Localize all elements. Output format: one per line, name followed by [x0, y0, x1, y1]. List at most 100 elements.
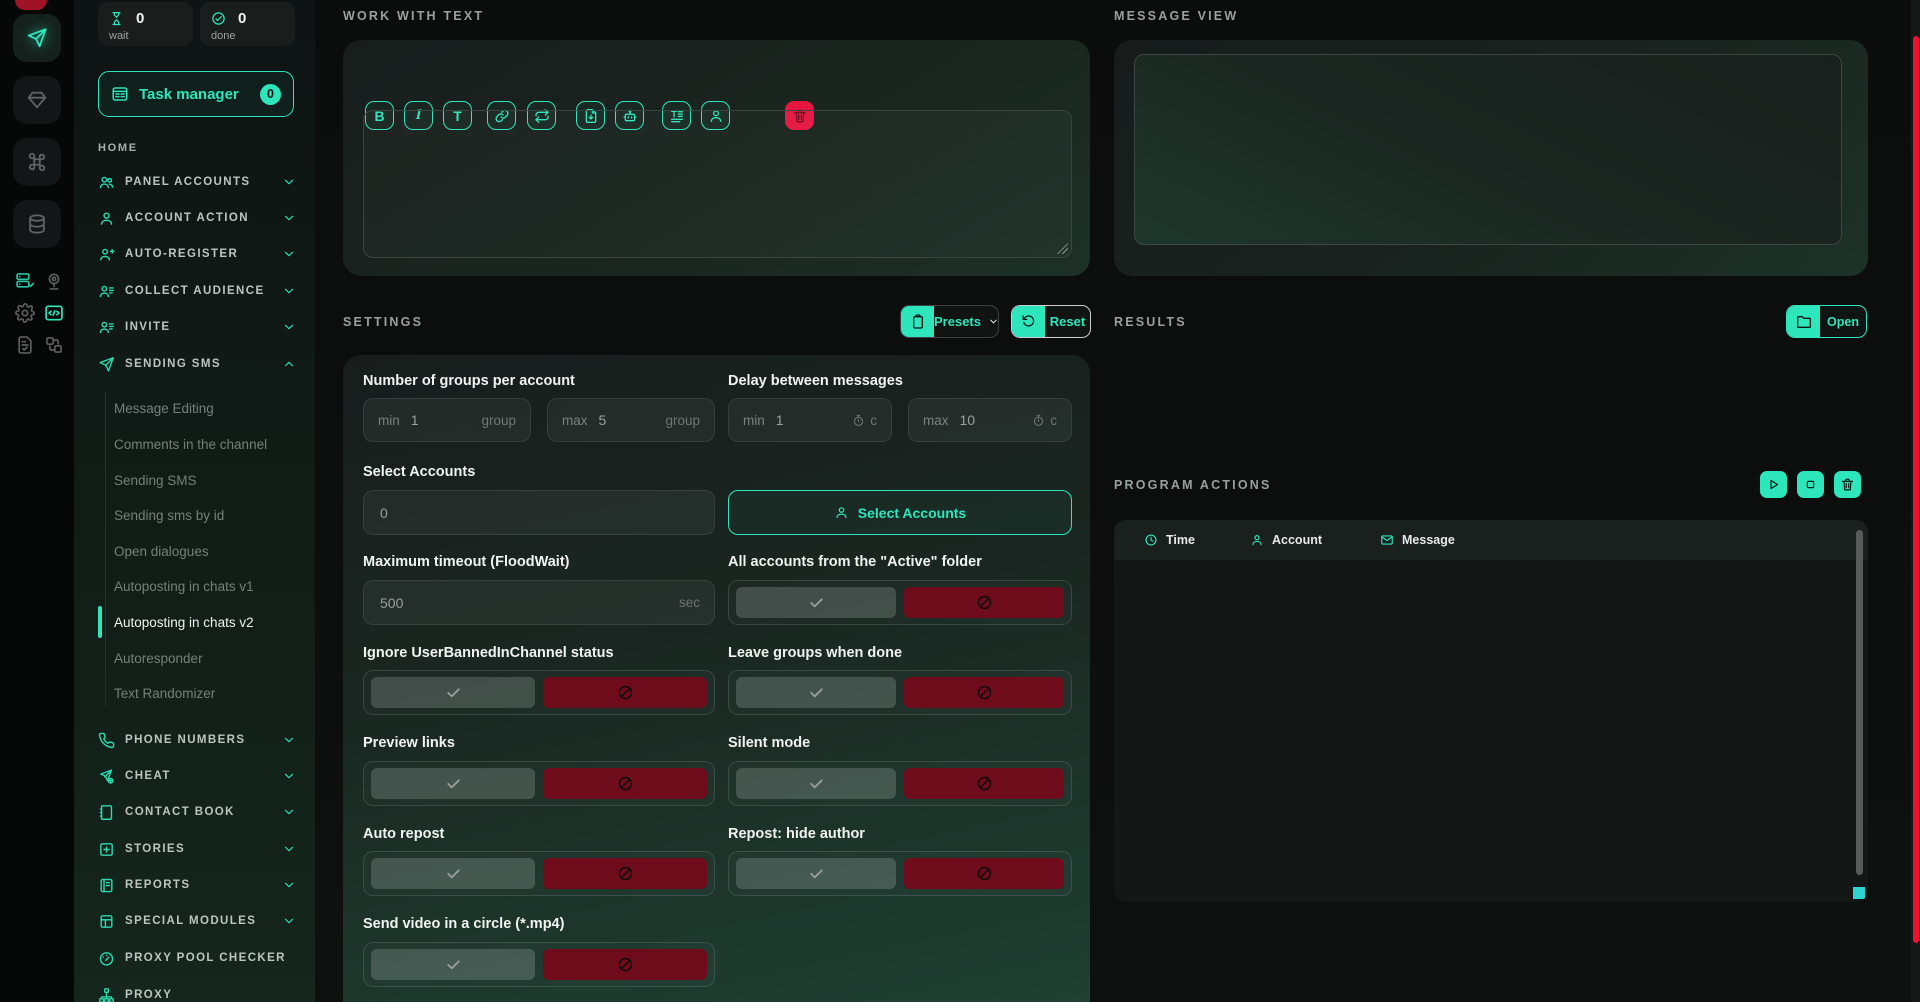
select-accounts-button[interactable]: Select Accounts [728, 490, 1072, 535]
submenu-message-editing[interactable]: Message Editing [114, 393, 299, 423]
ban-icon [617, 775, 634, 792]
toggle-no-segment[interactable] [904, 677, 1064, 708]
reset-button[interactable]: Reset [1011, 305, 1091, 338]
sidebar-item-proxy-pool-checker[interactable]: PROXY POOL CHECKER [98, 942, 296, 974]
rail-database-button[interactable] [13, 200, 61, 248]
submenu-open-dialogues[interactable]: Open dialogues [114, 536, 299, 566]
window-scrollbar-thumb[interactable] [1913, 36, 1919, 943]
icon-rail [0, 0, 74, 1002]
stat-done-value: 0 [238, 10, 246, 27]
rail-diamond-button[interactable] [13, 76, 61, 124]
submenu-autoposting-v2[interactable]: Autoposting in chats v2 [114, 607, 299, 637]
toggle-no-segment[interactable] [543, 858, 707, 889]
stop-button[interactable] [1797, 471, 1824, 498]
sidebar-item-phone-numbers[interactable]: PHONE NUMBERS [98, 724, 296, 756]
sidebar-item-account-action[interactable]: ACCOUNT ACTION [98, 202, 296, 234]
repost-hide-author-label: Repost: hide author [728, 826, 865, 842]
submenu-sending-sms[interactable]: Sending SMS [114, 465, 299, 495]
play-icon [1766, 477, 1781, 492]
leave-groups-label: Leave groups when done [728, 645, 902, 661]
submenu-text-randomizer[interactable]: Text Randomizer [114, 678, 299, 708]
sidebar-item-proxy[interactable]: PROXY [98, 979, 296, 1002]
check-icon [445, 684, 462, 701]
toggle-yes-segment[interactable] [736, 677, 896, 708]
webcam-icon[interactable] [44, 271, 64, 291]
auto-repost-label: Auto repost [363, 826, 444, 842]
sidebar-item-auto-register[interactable]: AUTO-REGISTER [98, 238, 296, 270]
rail-send-button[interactable] [13, 14, 61, 62]
delay-max-field[interactable]: max c [908, 398, 1072, 442]
accounts-count-input[interactable] [378, 504, 700, 522]
toggle-no-segment[interactable] [904, 587, 1064, 618]
program-actions-table: Time Account Message [1114, 520, 1868, 902]
sidebar-item-stories[interactable]: STORIES [98, 833, 296, 865]
groups-min-input[interactable] [409, 411, 473, 429]
toggle-yes-segment[interactable] [371, 858, 535, 889]
toggle-no-segment[interactable] [543, 768, 707, 799]
send-plus-icon [98, 768, 115, 785]
submenu-autoresponder[interactable]: Autoresponder [114, 643, 299, 673]
groups-min-field[interactable]: min group [363, 398, 531, 442]
submenu-sending-sms-by-id[interactable]: Sending sms by id [114, 500, 299, 530]
code-window-icon[interactable] [44, 303, 64, 323]
people-icon [98, 174, 115, 191]
sidebar-item-special-modules[interactable]: SPECIAL MODULES [98, 905, 296, 937]
select-accounts-label: Select Accounts [363, 464, 475, 480]
groups-max-input[interactable] [597, 411, 657, 429]
toggle-yes-segment[interactable] [736, 858, 896, 889]
stop-tile-icon[interactable] [15, 0, 47, 10]
delay-max-input[interactable] [958, 411, 1024, 429]
delay-min-field[interactable]: min c [728, 398, 892, 442]
sidebar-item-contact-book[interactable]: CONTACT BOOK [98, 796, 296, 828]
toggle-yes-segment[interactable] [371, 949, 535, 980]
column-time: Time [1144, 520, 1195, 560]
presets-button[interactable]: Presets [900, 305, 999, 338]
toggle-no-segment[interactable] [543, 949, 707, 980]
groups-max-field[interactable]: max group [547, 398, 715, 442]
run-button[interactable] [1760, 471, 1787, 498]
toggle-yes-segment[interactable] [736, 768, 896, 799]
sidebar-item-invite[interactable]: INVITE [98, 311, 296, 343]
rail-command-button[interactable] [13, 138, 61, 186]
sidebar-item-cheat[interactable]: CHEAT [98, 760, 296, 792]
sidebar-section-home[interactable]: HOME [98, 132, 296, 164]
chevron-down-icon [282, 805, 296, 819]
table-scrollbar-thumb[interactable] [1856, 530, 1863, 875]
person-icon [98, 210, 115, 227]
report-icon [98, 877, 115, 894]
toggle-yes-segment[interactable] [736, 587, 896, 618]
timeout-field[interactable]: sec [363, 580, 715, 625]
person-icon [1250, 533, 1264, 547]
document-check-icon[interactable] [15, 335, 35, 355]
trash-icon [1840, 477, 1855, 492]
timeout-input[interactable] [378, 594, 670, 612]
textarea-resize-grip[interactable] [1057, 243, 1068, 254]
stat-card-wait: 0 wait [98, 2, 193, 46]
command-icon [26, 151, 48, 173]
toggle-yes-segment[interactable] [371, 677, 535, 708]
sidebar-item-panel-accounts[interactable]: PANEL ACCOUNTS [98, 166, 296, 198]
chevron-down-icon [988, 316, 999, 327]
sidebar-item-reports[interactable]: REPORTS [98, 869, 296, 901]
accounts-count-field[interactable] [363, 490, 715, 535]
toggle-no-segment[interactable] [904, 858, 1064, 889]
message-view-box [1134, 54, 1842, 245]
task-manager-button[interactable]: Task manager 0 [98, 71, 294, 117]
toggle-no-segment[interactable] [904, 768, 1064, 799]
clear-actions-button[interactable] [1834, 471, 1861, 498]
server-check-icon[interactable] [15, 271, 35, 291]
delay-min-input[interactable] [774, 411, 843, 429]
table-resize-grip[interactable] [1853, 887, 1865, 899]
check-icon [445, 956, 462, 973]
submenu-comments-in-channel[interactable]: Comments in the channel [114, 429, 299, 459]
toggle-no-segment[interactable] [543, 677, 707, 708]
gear-icon[interactable] [15, 303, 35, 323]
swap-modules-icon[interactable] [44, 335, 64, 355]
sidebar-item-collect-audience[interactable]: COLLECT AUDIENCE [98, 275, 296, 307]
sidebar-item-sending-sms[interactable]: SENDING SMS [98, 348, 296, 380]
open-results-button[interactable]: Open [1786, 305, 1867, 338]
toggle-yes-segment[interactable] [371, 768, 535, 799]
submenu-autoposting-v1[interactable]: Autoposting in chats v1 [114, 571, 299, 601]
app-window: 0 wait 0 done Task manager 0 HOME PANEL … [0, 0, 1920, 1002]
message-text-input[interactable] [363, 110, 1072, 258]
